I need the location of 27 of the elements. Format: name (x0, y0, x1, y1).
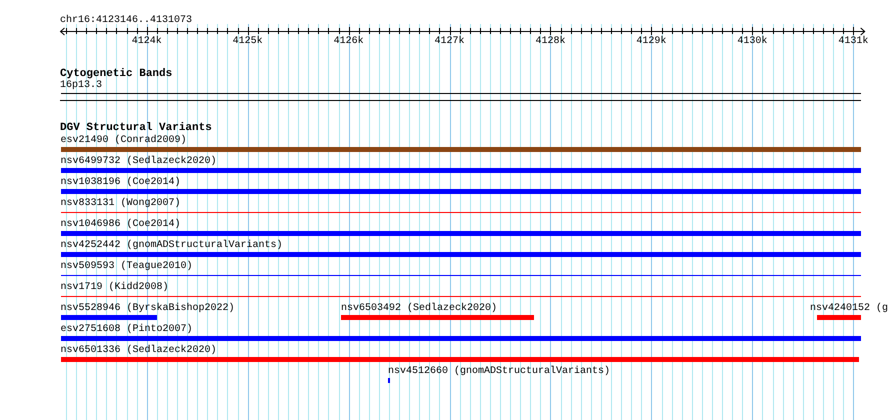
ruler-tick-label: 4128k (535, 36, 566, 47)
ruler-tick-label: 4131k (838, 36, 868, 47)
ruler-tick-label: 4130k (737, 36, 768, 47)
location-label: chr16:4123146..4131073 (60, 15, 192, 26)
variant-bar[interactable] (388, 378, 390, 383)
variant-label: nsv1046986 (Coe2014) (60, 219, 181, 230)
ruler-tick-label: 4129k (636, 36, 666, 47)
variant-label: nsv5528946 (ByrskaBishop2022) (60, 303, 235, 314)
variant-label: nsv4252442 (gnomADStructuralVariants) (60, 240, 283, 251)
variant-label: nsv4240152 (g (810, 303, 888, 314)
ruler-tick-label: 4124k (132, 36, 162, 47)
variant-label: nsv1038196 (Coe2014) (60, 177, 181, 188)
ruler-tick-label: 4127k (434, 36, 465, 47)
track-title: DGV Structural Variants (60, 122, 212, 134)
variant-label: esv21490 (Conrad2009) (60, 135, 187, 146)
variant-label: nsv6501336 (Sedlazeck2020) (60, 345, 217, 356)
variant-label: nsv4512660 (gnomADStructuralVariants) (388, 366, 610, 377)
variant-label: nsv509593 (Teague2010) (60, 261, 193, 272)
band-label: 16p13.3 (60, 80, 102, 91)
variant-label: nsv1719 (Kidd2008) (60, 282, 169, 293)
variant-label: nsv6503492 (Sedlazeck2020) (341, 303, 498, 314)
ruler-tick-label: 4126k (334, 36, 364, 47)
variant-label: nsv6499732 (Sedlazeck2020) (60, 156, 217, 167)
track-title: Cytogenetic Bands (60, 68, 172, 80)
ruler-tick-label: 4125k (232, 36, 263, 47)
variant-label: esv2751608 (Pinto2007) (60, 324, 193, 335)
variant-label: nsv833131 (Wong2007) (60, 198, 181, 209)
